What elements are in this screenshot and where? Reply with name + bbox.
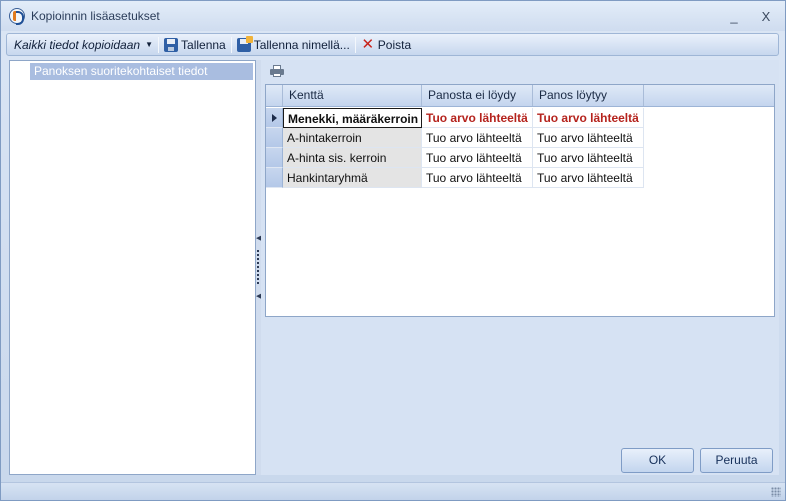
row-selector[interactable] <box>266 168 283 188</box>
save-as-label: Tallenna nimellä... <box>253 37 350 52</box>
toolbar-separator <box>230 36 232 53</box>
resize-grip-icon[interactable] <box>771 487 781 497</box>
field-settings-panel: Kenttä Panosta ei löydy Panos löytyy Men… <box>261 60 779 475</box>
grid-header: Kenttä Panosta ei löydy Panos löytyy <box>266 85 774 107</box>
row-selector[interactable] <box>266 128 283 148</box>
status-bar <box>1 482 785 500</box>
column-header-found[interactable]: Panos löytyy <box>533 85 644 106</box>
found-value-cell[interactable]: Tuo arvo lähteeltä <box>533 168 644 188</box>
found-value-cell[interactable]: Tuo arvo lähteeltä <box>533 108 644 128</box>
found-value-cell[interactable]: Tuo arvo lähteeltä <box>533 148 644 168</box>
floppy-disk-star-icon <box>236 35 253 52</box>
delete-label: Poista <box>377 37 412 52</box>
app-logo-icon <box>9 8 25 25</box>
field-grid: Kenttä Panosta ei löydy Panos löytyy Men… <box>265 84 775 317</box>
minimize-button[interactable]: _ <box>721 7 747 25</box>
window-title: Kopioinnin lisäasetukset <box>31 9 160 23</box>
not-found-value-cell[interactable]: Tuo arvo lähteeltä <box>422 108 533 128</box>
field-name-cell[interactable]: A-hinta sis. kerroin <box>283 148 422 168</box>
window-controls: _ X <box>721 7 779 25</box>
tree-item-panoksen-tiedot[interactable]: Panoksen suoritekohtaiset tiedot <box>30 63 253 80</box>
toolbar-separator <box>354 36 356 53</box>
column-header-not-found[interactable]: Panosta ei löydy <box>422 85 533 106</box>
not-found-value-cell[interactable]: Tuo arvo lähteeltä <box>422 128 533 148</box>
save-button[interactable]: Tallenna <box>161 34 229 55</box>
not-found-value-cell[interactable]: Tuo arvo lähteeltä <box>422 168 533 188</box>
found-value-cell[interactable]: Tuo arvo lähteeltä <box>533 128 644 148</box>
printer-icon[interactable] <box>269 64 285 78</box>
copy-mode-dropdown[interactable]: Kaikki tiedot kopioidaan ▼ <box>11 34 156 55</box>
current-row-arrow-icon[interactable] <box>266 108 283 128</box>
title-bar: Kopioinnin lisäasetukset _ X <box>1 1 785 31</box>
floppy-disk-icon <box>164 37 179 52</box>
copy-mode-label: Kaikki tiedot kopioidaan <box>14 37 141 52</box>
red-x-icon: ✕ <box>361 35 375 53</box>
save-as-button[interactable]: Tallenna nimellä... <box>234 34 353 55</box>
field-name-cell[interactable]: A-hintakerroin <box>283 128 422 148</box>
chevron-down-icon: ▼ <box>145 40 154 49</box>
cancel-button[interactable]: Peruuta <box>700 448 773 473</box>
header-corner <box>266 85 283 106</box>
row-selector[interactable] <box>266 148 283 168</box>
ok-button[interactable]: OK <box>621 448 694 473</box>
column-header-field[interactable]: Kenttä <box>283 85 422 106</box>
settings-tree: Panoksen suoritekohtaiset tiedot <box>9 60 256 475</box>
delete-button[interactable]: ✕ Poista <box>358 34 414 55</box>
not-found-value-cell[interactable]: Tuo arvo lähteeltä <box>422 148 533 168</box>
splitter-grip-icon[interactable] <box>257 250 259 284</box>
save-label: Tallenna <box>181 37 226 52</box>
dialog-window: Kopioinnin lisäasetukset _ X Kaikki tied… <box>0 0 786 501</box>
field-name-cell[interactable]: Hankintaryhmä <box>283 168 422 188</box>
toolbar-separator <box>158 36 160 53</box>
field-name-cell[interactable]: Menekki, määräkerroin <box>283 108 422 128</box>
close-button[interactable]: X <box>753 7 779 25</box>
toolbar: Kaikki tiedot kopioidaan ▼ Tallenna Tall… <box>6 33 779 56</box>
